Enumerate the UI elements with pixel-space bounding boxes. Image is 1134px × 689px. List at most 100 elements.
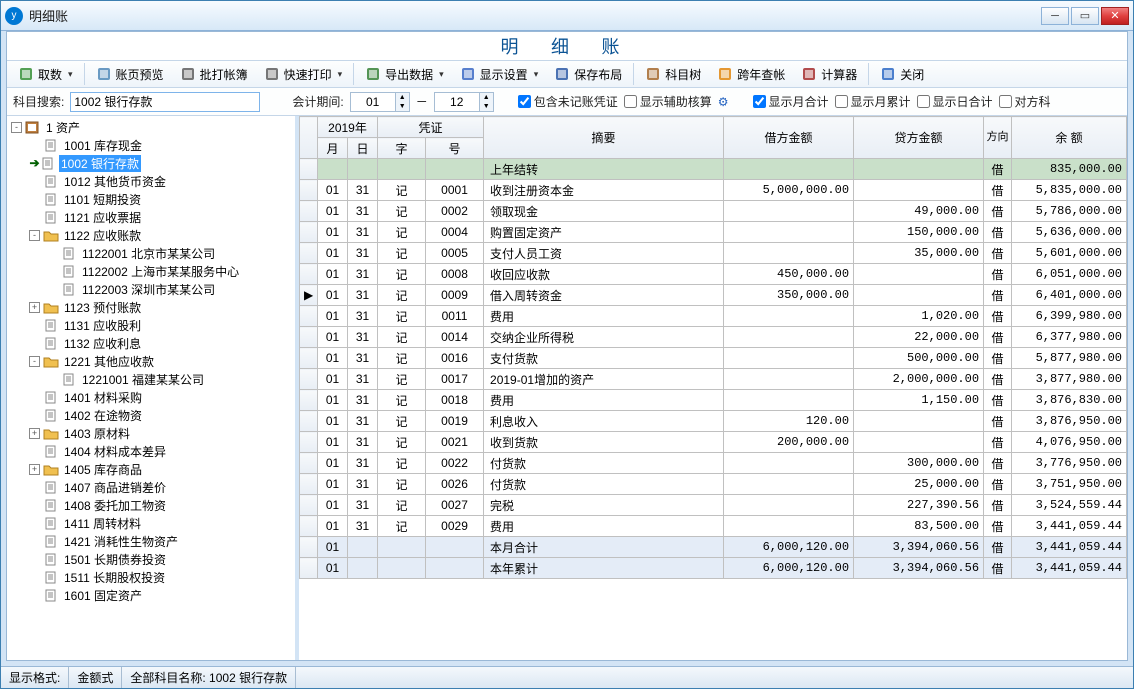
row-header[interactable] — [300, 390, 318, 411]
col-debit[interactable]: 借方金额 — [724, 117, 854, 159]
row-header[interactable] — [300, 201, 318, 222]
col-balance[interactable]: 余 额 — [1012, 117, 1127, 159]
tree-item[interactable]: 1132 应收利息 — [7, 334, 295, 352]
tree-item[interactable]: 1101 短期投资 — [7, 190, 295, 208]
window-close-button[interactable]: ✕ — [1101, 7, 1129, 25]
row-header[interactable] — [300, 474, 318, 495]
tree-item[interactable]: 1221001 福建某某公司 — [7, 370, 295, 388]
expand-icon[interactable]: + — [29, 428, 40, 439]
row-header[interactable] — [300, 222, 318, 243]
tree-item[interactable]: 1012 其他货币资金 — [7, 172, 295, 190]
col-no[interactable]: 号 — [426, 138, 484, 159]
ledger-grid[interactable]: 2019年 凭证 摘要 借方金额 贷方金额 方向 余 额 月 日 — [299, 116, 1127, 579]
quick-print-button[interactable]: 快速打印▾ — [257, 63, 350, 86]
table-row[interactable]: 01 31 记 0022 付货款 300,000.00 借 3,776,950.… — [300, 453, 1127, 474]
account-tree[interactable]: -1 资产1001 库存现金➔1002 银行存款1012 其他货币资金1101 … — [7, 116, 299, 660]
tree-item[interactable]: +1405 库存商品 — [7, 460, 295, 478]
table-row[interactable]: 01 本月合计 6,000,120.00 3,394,060.56 借 3,44… — [300, 537, 1127, 558]
collapse-icon[interactable]: - — [11, 122, 22, 133]
down-arrow-icon[interactable]: ▼ — [479, 102, 493, 111]
table-row[interactable]: 01 31 记 0029 费用 83,500.00 借 3,441,059.44 — [300, 516, 1127, 537]
account-search-input[interactable] — [70, 92, 260, 112]
row-header[interactable] — [300, 495, 318, 516]
row-header[interactable] — [300, 180, 318, 201]
tree-item[interactable]: +1123 预付账款 — [7, 298, 295, 316]
table-row[interactable]: 01 31 记 0017 2019-01增加的资产 2,000,000.00 借… — [300, 369, 1127, 390]
tree-item[interactable]: -1122 应收账款 — [7, 226, 295, 244]
row-header[interactable] — [300, 432, 318, 453]
expand-icon[interactable]: + — [29, 464, 40, 475]
row-header[interactable] — [300, 558, 318, 579]
tree-item[interactable]: 1411 周转材料 — [7, 514, 295, 532]
tree-item[interactable]: 1511 长期股权投资 — [7, 568, 295, 586]
save-layout-button[interactable]: 保存布局 — [547, 63, 629, 86]
minimize-button[interactable]: ─ — [1041, 7, 1069, 25]
tree-item[interactable]: 1601 固定资产 — [7, 586, 295, 604]
tree-item[interactable]: 1121 应收票据 — [7, 208, 295, 226]
cross-year-button[interactable]: 跨年查帐 — [710, 63, 792, 86]
col-month[interactable]: 月 — [318, 138, 348, 159]
tree-item[interactable]: 1001 库存现金 — [7, 136, 295, 154]
col-day[interactable]: 日 — [348, 138, 378, 159]
tree-item[interactable]: 1421 消耗性生物资产 — [7, 532, 295, 550]
table-row[interactable]: 01 31 记 0018 费用 1,150.00 借 3,876,830.00 — [300, 390, 1127, 411]
up-arrow-icon[interactable]: ▲ — [395, 93, 409, 102]
row-header[interactable] — [300, 327, 318, 348]
table-row[interactable]: 01 31 记 0027 完税 227,390.56 借 3,524,559.4… — [300, 495, 1127, 516]
table-row[interactable]: 01 31 记 0008 收回应收款 450,000.00 借 6,051,00… — [300, 264, 1127, 285]
up-arrow-icon[interactable]: ▲ — [479, 93, 493, 102]
table-row[interactable]: 01 本年累计 6,000,120.00 3,394,060.56 借 3,44… — [300, 558, 1127, 579]
tree-item[interactable]: 1501 长期债券投资 — [7, 550, 295, 568]
table-row[interactable]: 01 31 记 0021 收到货款 200,000.00 借 4,076,950… — [300, 432, 1127, 453]
show-month-accum-checkbox[interactable]: 显示月累计 — [835, 93, 911, 110]
row-header[interactable] — [300, 537, 318, 558]
col-year[interactable]: 2019年 — [318, 117, 378, 138]
row-header[interactable] — [300, 411, 318, 432]
tree-item[interactable]: 1404 材料成本差异 — [7, 442, 295, 460]
col-direction[interactable]: 方向 — [984, 117, 1012, 159]
tree-item[interactable]: 1401 材料采购 — [7, 388, 295, 406]
show-month-total-checkbox[interactable]: 显示月合计 — [753, 93, 829, 110]
table-row[interactable]: 01 31 记 0026 付货款 25,000.00 借 3,751,950.0… — [300, 474, 1127, 495]
row-header[interactable] — [300, 348, 318, 369]
tree-item[interactable]: 1122002 上海市某某服务中心 — [7, 262, 295, 280]
display-settings-button[interactable]: 显示设置▾ — [453, 63, 546, 86]
expand-icon[interactable]: + — [29, 302, 40, 313]
calculator-button[interactable]: 计算器 — [794, 63, 864, 86]
tree-item[interactable]: 1408 委托加工物资 — [7, 496, 295, 514]
page-preview-button[interactable]: 账页预览 — [89, 63, 171, 86]
table-row[interactable]: 01 31 记 0019 利息收入 120.00 借 3,876,950.00 — [300, 411, 1127, 432]
table-row[interactable]: 01 31 记 0002 领取现金 49,000.00 借 5,786,000.… — [300, 201, 1127, 222]
row-header[interactable] — [300, 306, 318, 327]
tree-item[interactable]: 1122001 北京市某某公司 — [7, 244, 295, 262]
collapse-icon[interactable]: - — [29, 356, 40, 367]
batch-print-button[interactable]: 批打帐簿 — [173, 63, 255, 86]
row-header[interactable]: ▶ — [300, 285, 318, 306]
tree-item[interactable]: +1403 原材料 — [7, 424, 295, 442]
table-row[interactable]: 01 31 记 0016 支付货款 500,000.00 借 5,877,980… — [300, 348, 1127, 369]
table-row[interactable]: 01 31 记 0011 费用 1,020.00 借 6,399,980.00 — [300, 306, 1127, 327]
col-voucher[interactable]: 凭证 — [378, 117, 484, 138]
account-tree-button[interactable]: 科目树 — [638, 63, 708, 86]
row-header[interactable] — [300, 243, 318, 264]
show-day-total-checkbox[interactable]: 显示日合计 — [917, 93, 993, 110]
tree-item[interactable]: 1407 商品进销差价 — [7, 478, 295, 496]
close-button[interactable]: 关闭 — [873, 63, 931, 86]
col-word[interactable]: 字 — [378, 138, 426, 159]
counterpart-checkbox[interactable]: 对方科 — [999, 93, 1051, 110]
row-header[interactable] — [300, 516, 318, 537]
tree-item[interactable]: 1122003 深圳市某某公司 — [7, 280, 295, 298]
period-from-spinner[interactable]: ▲▼ — [350, 92, 410, 112]
tree-item[interactable]: -1221 其他应收款 — [7, 352, 295, 370]
period-to-input[interactable] — [435, 93, 479, 111]
row-header[interactable] — [300, 159, 318, 180]
row-header[interactable] — [300, 264, 318, 285]
maximize-button[interactable]: ▭ — [1071, 7, 1099, 25]
row-header[interactable] — [300, 369, 318, 390]
export-button[interactable]: 导出数据▾ — [358, 63, 451, 86]
table-row[interactable]: ▶ 01 31 记 0009 借入周转资金 350,000.00 借 6,401… — [300, 285, 1127, 306]
table-row[interactable]: 上年结转 借 835,000.00 — [300, 159, 1127, 180]
include-unposted-checkbox[interactable]: 包含未记账凭证 — [518, 93, 618, 110]
show-aux-checkbox[interactable]: 显示辅助核算 — [624, 93, 712, 110]
fetch-data-button[interactable]: 取数▾ — [11, 63, 80, 86]
